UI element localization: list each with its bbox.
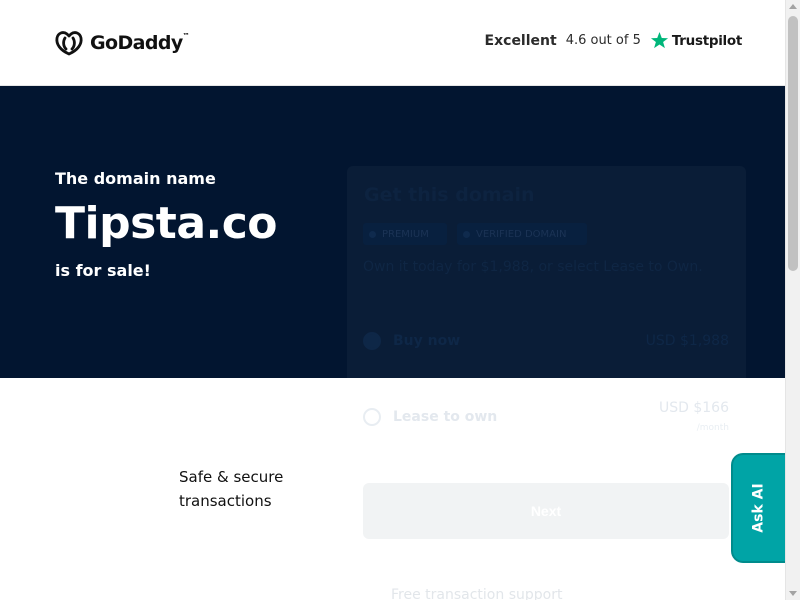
ask-ai-label: Ask AI (751, 483, 767, 533)
safe-secure-text: Safe & secure transactions (179, 468, 284, 510)
lease-to-own-period: /month (696, 423, 729, 433)
premium-icon (369, 230, 376, 238)
page-scrollbar[interactable] (785, 0, 800, 600)
scrollbar-thumb[interactable] (788, 16, 798, 271)
hero-kicker: The domain name (55, 169, 216, 188)
buy-now-price: USD $1,988 (645, 333, 729, 349)
card-title: Get this domain (364, 184, 535, 206)
site-header: GoDaddy™ Excellent 4.6 out of 5 Trustpil… (0, 0, 785, 86)
for-sale-text: is for sale! (55, 261, 151, 280)
godaddy-logo[interactable]: GoDaddy™ (54, 29, 190, 57)
scroll-up-arrow-icon[interactable] (789, 4, 797, 9)
logo-trademark: ™ (182, 32, 190, 40)
premium-badge-label: PREMIUM (382, 228, 429, 240)
lease-to-own-label: Lease to own (393, 409, 498, 425)
buy-now-option[interactable]: Buy now USD $1,988 (363, 321, 729, 361)
rating-label: Excellent (484, 32, 557, 49)
verified-badge-label: VERIFIED DOMAIN (476, 228, 567, 240)
godaddy-logo-icon (55, 31, 83, 56)
transaction-support-text: Free transaction support (391, 587, 563, 600)
scroll-down-arrow-icon[interactable] (789, 591, 797, 596)
premium-badge: PREMIUM (363, 223, 447, 245)
next-button[interactable]: Next (363, 483, 729, 539)
lease-to-own-radio[interactable] (363, 408, 381, 426)
lease-to-own-option[interactable]: Lease to own USD $166 /month (363, 397, 729, 437)
verified-icon (463, 230, 470, 238)
buy-domain-card: Get this domain PREMIUM VERIFIED DOMAIN … (347, 166, 746, 600)
trustpilot-label: Trustpilot (671, 32, 742, 49)
trustpilot-star-icon (650, 31, 668, 49)
card-description: Own it today for $1,988, or select Lease… (363, 259, 703, 275)
buy-now-label: Buy now (393, 333, 461, 349)
buy-now-radio[interactable] (363, 332, 381, 350)
logo-wordmark: GoDaddy™ (90, 32, 190, 54)
trustpilot-rating[interactable]: Excellent 4.6 out of 5 Trustpilot (485, 31, 742, 50)
ask-ai-button[interactable]: Ask AI (731, 453, 785, 563)
trustpilot-brand: Trustpilot (650, 31, 742, 50)
lease-to-own-price: USD $166 (659, 400, 729, 416)
rating-score: 4.6 out of 5 (565, 33, 641, 48)
verified-domain-badge: VERIFIED DOMAIN (457, 223, 587, 245)
domain-name-title: Tipsta.co (55, 198, 278, 249)
